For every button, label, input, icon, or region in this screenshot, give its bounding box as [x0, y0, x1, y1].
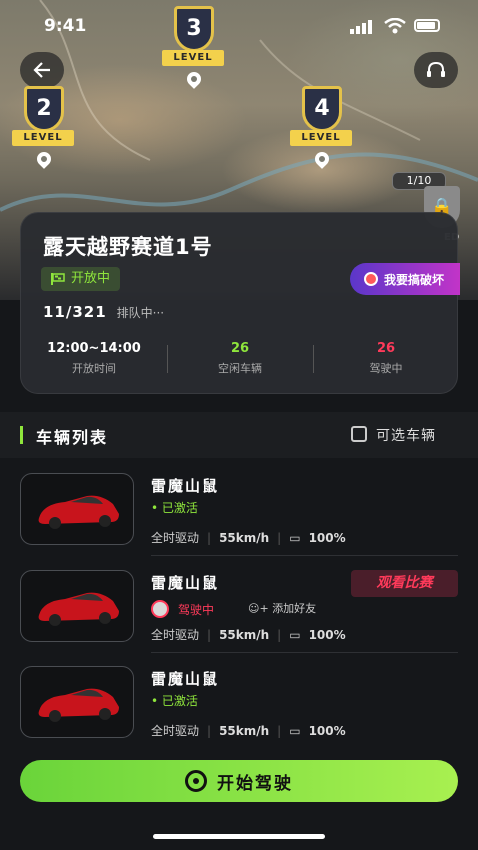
- battery-small-icon: ▭: [289, 530, 301, 545]
- red-car-icon: [38, 592, 119, 626]
- track-title: 露天越野赛道1号: [43, 235, 213, 259]
- battery-icon: [414, 19, 440, 32]
- open-status-badge: 开放中: [41, 267, 121, 291]
- stat-label: 开放时间: [72, 362, 116, 375]
- vehicle-list-title: 车辆列表: [36, 428, 109, 447]
- vehicle-item[interactable]: 雷魔山鼠 • 已激活 全时驱动 | 55km/h | ▭ 100%: [20, 473, 458, 556]
- add-friend-label: 添加好友: [272, 602, 317, 615]
- location-pin-icon: [184, 69, 204, 89]
- stat-label: 驾驶中: [369, 362, 403, 375]
- add-friend-button[interactable]: ☺+ 添加好友: [248, 600, 316, 616]
- available-vehicles-checkbox[interactable]: [351, 426, 367, 442]
- level-shield-icon: 4: [302, 86, 342, 132]
- status-bar: 9:41: [0, 0, 478, 50]
- report-label: 我要搞破坏: [384, 272, 445, 287]
- red-car-icon: [38, 495, 119, 529]
- level-marker-3[interactable]: 3 LEVEL: [154, 6, 224, 92]
- battery-level: 100%: [308, 627, 346, 642]
- max-speed: 55km/h: [219, 723, 270, 738]
- stat-value: 26: [376, 341, 396, 356]
- start-driving-button[interactable]: 开始驾驶: [20, 760, 458, 802]
- queue-number: 11/321: [43, 303, 107, 321]
- flag-icon: [51, 273, 65, 285]
- level-shield-icon: 3: [174, 6, 214, 52]
- track-stats: 12:00~14:00 开放时间 26 空闲车辆 26 驾驶中: [21, 341, 459, 381]
- vehicle-status: • 已激活: [151, 694, 198, 708]
- battery-small-icon: ▭: [289, 627, 301, 642]
- wifi-icon: [384, 18, 406, 34]
- vehicle-specs: 全时驱动 | 55km/h | ▭ 100%: [151, 627, 346, 643]
- stat-idle-vehicles: 26 空闲车辆: [167, 341, 313, 381]
- vehicle-item[interactable]: 雷魔山鼠 观看比赛 驾驶中 ☺+ 添加好友 全时驱动 | 55km/h | ▭ 10…: [20, 570, 458, 653]
- steering-wheel-icon: [185, 770, 207, 792]
- vehicle-status: 驾驶中: [178, 603, 215, 617]
- start-driving-label: 开始驾驶: [217, 773, 293, 794]
- vehicle-list-header: 车辆列表 可选车辆: [0, 412, 478, 458]
- battery-level: 100%: [308, 530, 346, 545]
- level-marker-4[interactable]: 4 LEVEL: [282, 86, 352, 172]
- arrow-left-icon: [33, 62, 50, 78]
- signal-icon: [350, 20, 372, 34]
- support-button[interactable]: [414, 52, 458, 88]
- add-user-icon: ☺+: [248, 602, 269, 615]
- divider: [151, 652, 458, 653]
- stat-value: 12:00~14:00: [47, 341, 141, 356]
- level-ribbon: LEVEL: [290, 130, 352, 146]
- vehicle-specs: 全时驱动 | 55km/h | ▭ 100%: [151, 530, 346, 546]
- vehicle-name: 雷魔山鼠: [151, 477, 220, 495]
- track-info-card: 露天越野赛道1号 开放中 我要搞破坏 11/321 排队中··· 12:00~1…: [20, 212, 460, 394]
- section-accent-bar: [20, 426, 23, 444]
- target-icon: [364, 272, 378, 286]
- vehicle-item[interactable]: 雷魔山鼠 • 已激活 全时驱动 | 55km/h | ▭ 100%: [20, 666, 458, 746]
- stat-open-time: 12:00~14:00 开放时间: [21, 341, 167, 381]
- level-ribbon: LEVEL: [162, 50, 224, 66]
- vehicle-status-label: 已激活: [161, 501, 198, 515]
- queue-info: 11/321 排队中···: [43, 303, 164, 321]
- back-button[interactable]: [20, 52, 64, 88]
- stat-driving: 26 驾驶中: [313, 341, 459, 381]
- max-speed: 55km/h: [219, 530, 270, 545]
- headset-icon: [427, 61, 445, 77]
- vehicle-specs: 全时驱动 | 55km/h | ▭ 100%: [151, 723, 346, 739]
- stat-label: 空闲车辆: [218, 362, 262, 375]
- drive-type: 全时驱动: [151, 531, 200, 545]
- vehicle-thumbnail: [20, 570, 134, 642]
- queue-status: 排队中···: [116, 306, 165, 320]
- max-speed: 55km/h: [219, 627, 270, 642]
- vehicle-name: 雷魔山鼠: [151, 574, 220, 592]
- drive-type: 全时驱动: [151, 628, 200, 642]
- level-ribbon: LEVEL: [12, 130, 74, 146]
- stat-value: 26: [230, 341, 250, 356]
- level-shield-icon: 2: [24, 86, 64, 132]
- level-marker-2[interactable]: 2 LEVEL: [4, 86, 74, 172]
- status-time: 9:41: [44, 16, 87, 36]
- red-car-icon: [38, 688, 119, 722]
- vehicle-thumbnail: [20, 666, 134, 738]
- divider: [151, 555, 458, 556]
- open-status-label: 开放中: [71, 271, 111, 286]
- home-indicator[interactable]: [153, 834, 325, 839]
- driver-avatar: [151, 600, 169, 618]
- drive-type: 全时驱动: [151, 724, 200, 738]
- location-pin-icon: [312, 149, 332, 169]
- available-vehicles-label[interactable]: 可选车辆: [376, 425, 436, 445]
- vehicle-status-label: 已激活: [161, 694, 198, 708]
- battery-level: 100%: [308, 723, 346, 738]
- location-pin-icon: [34, 149, 54, 169]
- battery-small-icon: ▭: [289, 723, 301, 738]
- vehicle-thumbnail: [20, 473, 134, 545]
- vehicle-name: 雷魔山鼠: [151, 670, 220, 688]
- watch-race-button[interactable]: 观看比赛: [351, 570, 458, 597]
- vehicle-status: • 已激活: [151, 501, 198, 515]
- report-sabotage-button[interactable]: 我要搞破坏: [350, 263, 460, 295]
